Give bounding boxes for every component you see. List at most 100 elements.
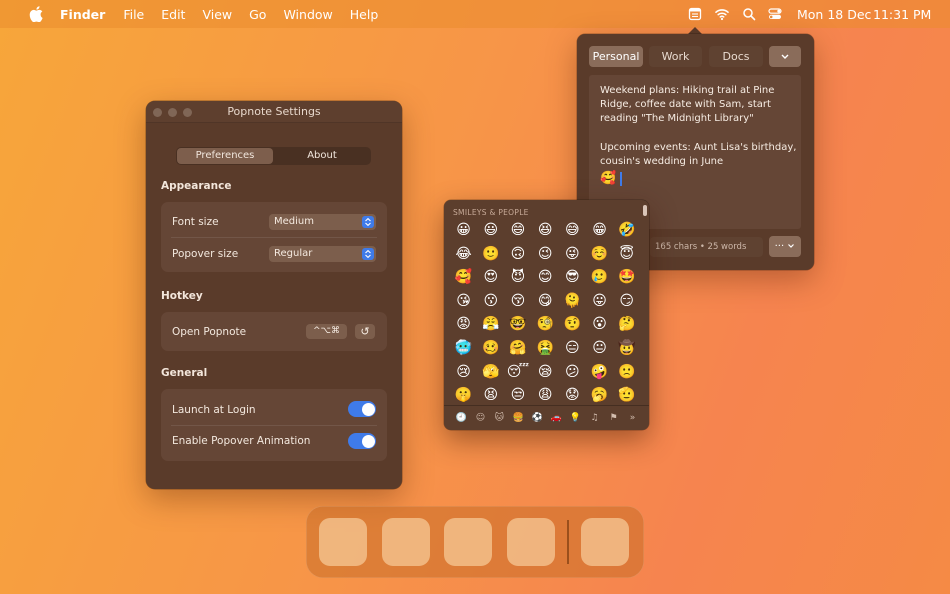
emoji-item[interactable]: 😇 — [613, 243, 640, 267]
emoji-item[interactable]: 😆 — [532, 219, 559, 243]
emoji-item[interactable]: 😊 — [532, 266, 559, 290]
menu-help[interactable]: Help — [350, 7, 379, 22]
menu-window[interactable]: Window — [283, 7, 332, 22]
tab-work[interactable]: Work — [649, 46, 702, 67]
stepper-icon — [362, 216, 374, 228]
emoji-item[interactable]: 🙃 — [504, 243, 531, 267]
popover-size-select[interactable]: Regular — [269, 246, 376, 262]
emoji-item[interactable]: 😚 — [504, 290, 531, 314]
menu-date[interactable]: Mon 18 Dec — [797, 7, 871, 22]
emoji-category-icon[interactable]: » — [623, 410, 642, 426]
emoji-item[interactable]: 🤩 — [613, 266, 640, 290]
dock-app[interactable] — [382, 518, 430, 566]
menu-view[interactable]: View — [202, 7, 232, 22]
emoji-item[interactable]: 😁 — [586, 219, 613, 243]
menu-app-name[interactable]: Finder — [60, 7, 105, 22]
emoji-item[interactable]: 😀 — [450, 219, 477, 243]
emoji-item[interactable]: 😅 — [559, 219, 586, 243]
emoji-category-icon[interactable]: 🕘 — [452, 410, 471, 426]
emoji-item[interactable]: 😢 — [450, 361, 477, 385]
hotkey-shortcut[interactable]: ^⌥⌘ — [306, 324, 347, 339]
emoji-item[interactable]: 😤 — [477, 313, 504, 337]
more-tabs-button[interactable] — [769, 46, 801, 67]
emoji-category-icon[interactable]: ☺ — [471, 410, 490, 426]
emoji-item[interactable]: ☺️ — [586, 243, 613, 267]
emoji-item[interactable]: 🤣 — [613, 219, 640, 243]
emoji-item[interactable]: 😉 — [532, 243, 559, 267]
font-size-select[interactable]: Medium — [269, 214, 376, 230]
emoji-item[interactable]: 😛 — [586, 290, 613, 314]
emoji-category-icon[interactable]: ⚑ — [604, 410, 623, 426]
wifi-icon[interactable] — [715, 7, 729, 21]
control-center-icon[interactable] — [768, 7, 782, 21]
emoji-item[interactable]: 🤓 — [504, 313, 531, 337]
divider — [444, 405, 649, 406]
emoji-item[interactable]: 😕 — [559, 361, 586, 385]
dock-app[interactable] — [507, 518, 555, 566]
emoji-item[interactable]: 🤨 — [559, 313, 586, 337]
emoji-item[interactable]: 🤮 — [532, 337, 559, 361]
emoji-item[interactable]: 😏 — [613, 290, 640, 314]
emoji-item[interactable]: 😋 — [532, 290, 559, 314]
emoji-item[interactable]: 😡 — [450, 313, 477, 337]
popover-size-label: Popover size — [172, 248, 239, 260]
emoji-item[interactable]: 🙂 — [477, 243, 504, 267]
emoji-item[interactable]: 😐 — [586, 337, 613, 361]
emoji-item[interactable]: 🥰 — [450, 266, 477, 290]
reset-hotkey-icon[interactable]: ↺ — [355, 324, 375, 339]
emoji-category-icon[interactable]: ⚽ — [528, 410, 547, 426]
emoji-item[interactable]: 🫣 — [477, 361, 504, 385]
emoji-item[interactable]: 😃 — [477, 219, 504, 243]
emoji-item[interactable]: 🧐 — [532, 313, 559, 337]
emoji-item[interactable]: 🤔 — [613, 313, 640, 337]
emoji-item[interactable]: 😄 — [504, 219, 531, 243]
emoji-item[interactable]: 🥶 — [450, 337, 477, 361]
emoji-item[interactable]: 😑 — [559, 337, 586, 361]
emoji-item[interactable]: 😈 — [504, 266, 531, 290]
emoji-category-icon[interactable]: 🚗 — [547, 410, 566, 426]
note-text[interactable]: Weekend plans: Hiking trail at Pine Ridg… — [600, 84, 798, 183]
dock-app[interactable] — [581, 518, 629, 566]
window-title: Popnote Settings — [227, 105, 321, 118]
emoji-item[interactable]: 😪 — [532, 361, 559, 385]
emoji-item[interactable]: 😜 — [559, 243, 586, 267]
emoji-category-bar: 🕘 ☺ 🐱 🍔 ⚽ 🚗 💡 ♫ ⚑» — [452, 410, 642, 426]
emoji-item[interactable]: 😎 — [559, 266, 586, 290]
emoji-item[interactable]: 😍 — [477, 266, 504, 290]
launch-login-toggle[interactable] — [348, 401, 376, 417]
emoji-category-icon[interactable]: 🍔 — [509, 410, 528, 426]
emoji-item[interactable]: 🤠 — [613, 337, 640, 361]
apple-icon[interactable] — [29, 6, 43, 22]
emoji-item[interactable]: 😘 — [450, 290, 477, 314]
search-icon[interactable] — [742, 7, 756, 21]
menu-go[interactable]: Go — [249, 7, 266, 22]
settings-titlebar[interactable]: Popnote Settings — [146, 101, 402, 123]
tab-about[interactable]: About — [274, 148, 370, 164]
note-actions-button[interactable]: ··· — [769, 236, 801, 257]
emoji-scrollbar[interactable] — [643, 205, 647, 216]
emoji-item[interactable]: 🤪 — [586, 361, 613, 385]
emoji-item[interactable]: 🤗 — [504, 337, 531, 361]
tab-docs[interactable]: Docs — [709, 46, 763, 67]
tab-preferences[interactable]: Preferences — [177, 148, 273, 164]
dock-app[interactable] — [444, 518, 492, 566]
emoji-category-icon[interactable]: 💡 — [566, 410, 585, 426]
dock-app[interactable] — [319, 518, 367, 566]
menu-file[interactable]: File — [123, 7, 144, 22]
emoji-item[interactable]: 🥴 — [477, 337, 504, 361]
emoji-item[interactable]: 😴 — [504, 361, 531, 385]
emoji-category-icon[interactable]: 🐱 — [490, 410, 509, 426]
emoji-item[interactable]: 😗 — [477, 290, 504, 314]
emoji-item[interactable]: 🫠 — [559, 290, 586, 314]
menu-time[interactable]: 11:31 PM — [873, 7, 931, 22]
popover-animation-toggle[interactable] — [348, 433, 376, 449]
emoji-item[interactable]: 😂 — [450, 243, 477, 267]
popnote-icon[interactable] — [688, 7, 702, 21]
emoji-item[interactable]: 🥲 — [586, 266, 613, 290]
emoji-item[interactable]: 😮 — [586, 313, 613, 337]
emoji-item[interactable]: 🙁 — [613, 361, 640, 385]
emoji-category-icon[interactable]: ♫ — [585, 410, 604, 426]
menu-bar: Finder File Edit View Go Window Help Mon… — [0, 0, 950, 28]
tab-personal[interactable]: Personal — [589, 46, 643, 67]
menu-edit[interactable]: Edit — [161, 7, 185, 22]
